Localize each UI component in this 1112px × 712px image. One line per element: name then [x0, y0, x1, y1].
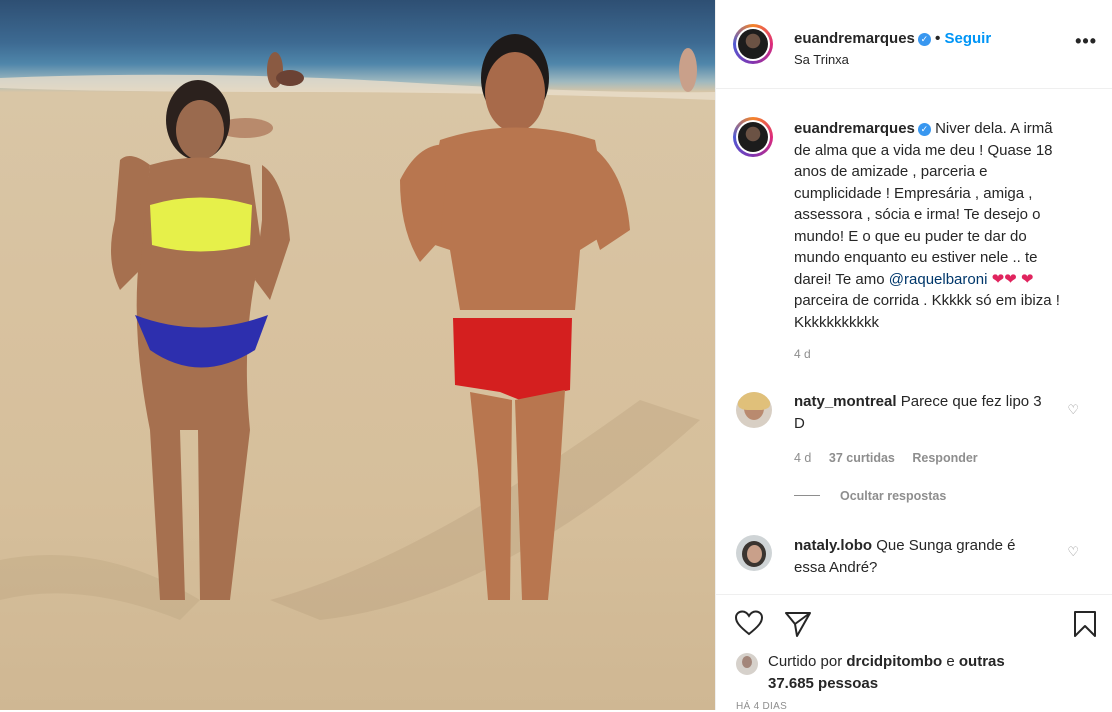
caption-timestamp[interactable]: 4 d: [794, 347, 811, 361]
comment-item: naty_montreal Parece que fez lipo 3 D: [794, 391, 1044, 434]
beach-photo-illustration: [0, 34, 715, 620]
location-link[interactable]: Sa Trinxa: [794, 52, 849, 67]
verified-badge-icon: ✓: [917, 33, 931, 46]
post-image[interactable]: [0, 0, 715, 710]
more-options-icon[interactable]: •••: [1075, 32, 1097, 50]
comment-avatar[interactable]: [736, 392, 772, 428]
comment-avatar[interactable]: [736, 535, 772, 571]
comment-username[interactable]: nataly.lobo: [794, 537, 872, 554]
author-username[interactable]: euandremarques: [794, 30, 915, 47]
reply-button[interactable]: Responder: [912, 451, 977, 465]
heart-icon[interactable]: [734, 609, 764, 637]
comment-likes-count[interactable]: 37 curtidas: [829, 451, 895, 465]
paper-plane-icon[interactable]: [783, 609, 813, 639]
caption-text-tail: parceira de corrida . Kkkkk só em ibiza …: [794, 292, 1060, 331]
liked-by-text: Curtido por drcidpitombo e outras 37.685…: [768, 651, 1008, 694]
post-actions-section: Curtido por drcidpitombo e outras 37.685…: [716, 594, 1112, 712]
caption-author-avatar[interactable]: [733, 117, 773, 157]
author-line: euandremarques ✓ • Seguir: [794, 30, 991, 48]
liker-avatar[interactable]: [736, 653, 758, 675]
caption-mention-link[interactable]: @raquelbaroni: [889, 271, 988, 288]
bookmark-icon[interactable]: [1071, 609, 1099, 639]
caption-text: Niver dela. A irmã de alma que a vida me…: [794, 120, 1053, 288]
author-avatar[interactable]: [733, 24, 773, 64]
follow-button[interactable]: Seguir: [945, 30, 992, 47]
post-header: euandremarques ✓ • Seguir Sa Trinxa •••: [716, 0, 1112, 89]
comment-timestamp[interactable]: 4 d: [794, 451, 811, 465]
post-date[interactable]: HÁ 4 DIAS: [736, 701, 787, 712]
hide-replies-button[interactable]: Ocultar respostas: [794, 489, 946, 503]
liked-user-link[interactable]: drcidpitombo: [846, 653, 942, 670]
divider-line: [794, 495, 820, 496]
verified-badge-icon: ✓: [917, 123, 931, 136]
red-heart-emoji-icon: ❤❤ ❤: [991, 270, 1034, 288]
liked-prefix: Curtido por: [768, 653, 847, 670]
comment-like-heart-icon[interactable]: ♡: [1067, 544, 1079, 560]
caption-username[interactable]: euandremarques: [794, 120, 915, 137]
separator-dot: •: [934, 30, 941, 47]
comment-like-heart-icon[interactable]: ♡: [1067, 402, 1079, 418]
comment-item: nataly.lobo Que Sunga grande é essa Andr…: [794, 535, 1044, 578]
post-side-panel: euandremarques ✓ • Seguir Sa Trinxa ••• eua…: [715, 0, 1112, 712]
comment-username[interactable]: naty_montreal: [794, 393, 897, 410]
hide-replies-label: Ocultar respostas: [840, 489, 947, 503]
liked-mid: e: [942, 653, 959, 670]
comment-meta: 4 d 37 curtidas Responder: [794, 451, 992, 465]
post-caption: euandremarques ✓ Niver dela. A irmã de al…: [794, 118, 1066, 333]
